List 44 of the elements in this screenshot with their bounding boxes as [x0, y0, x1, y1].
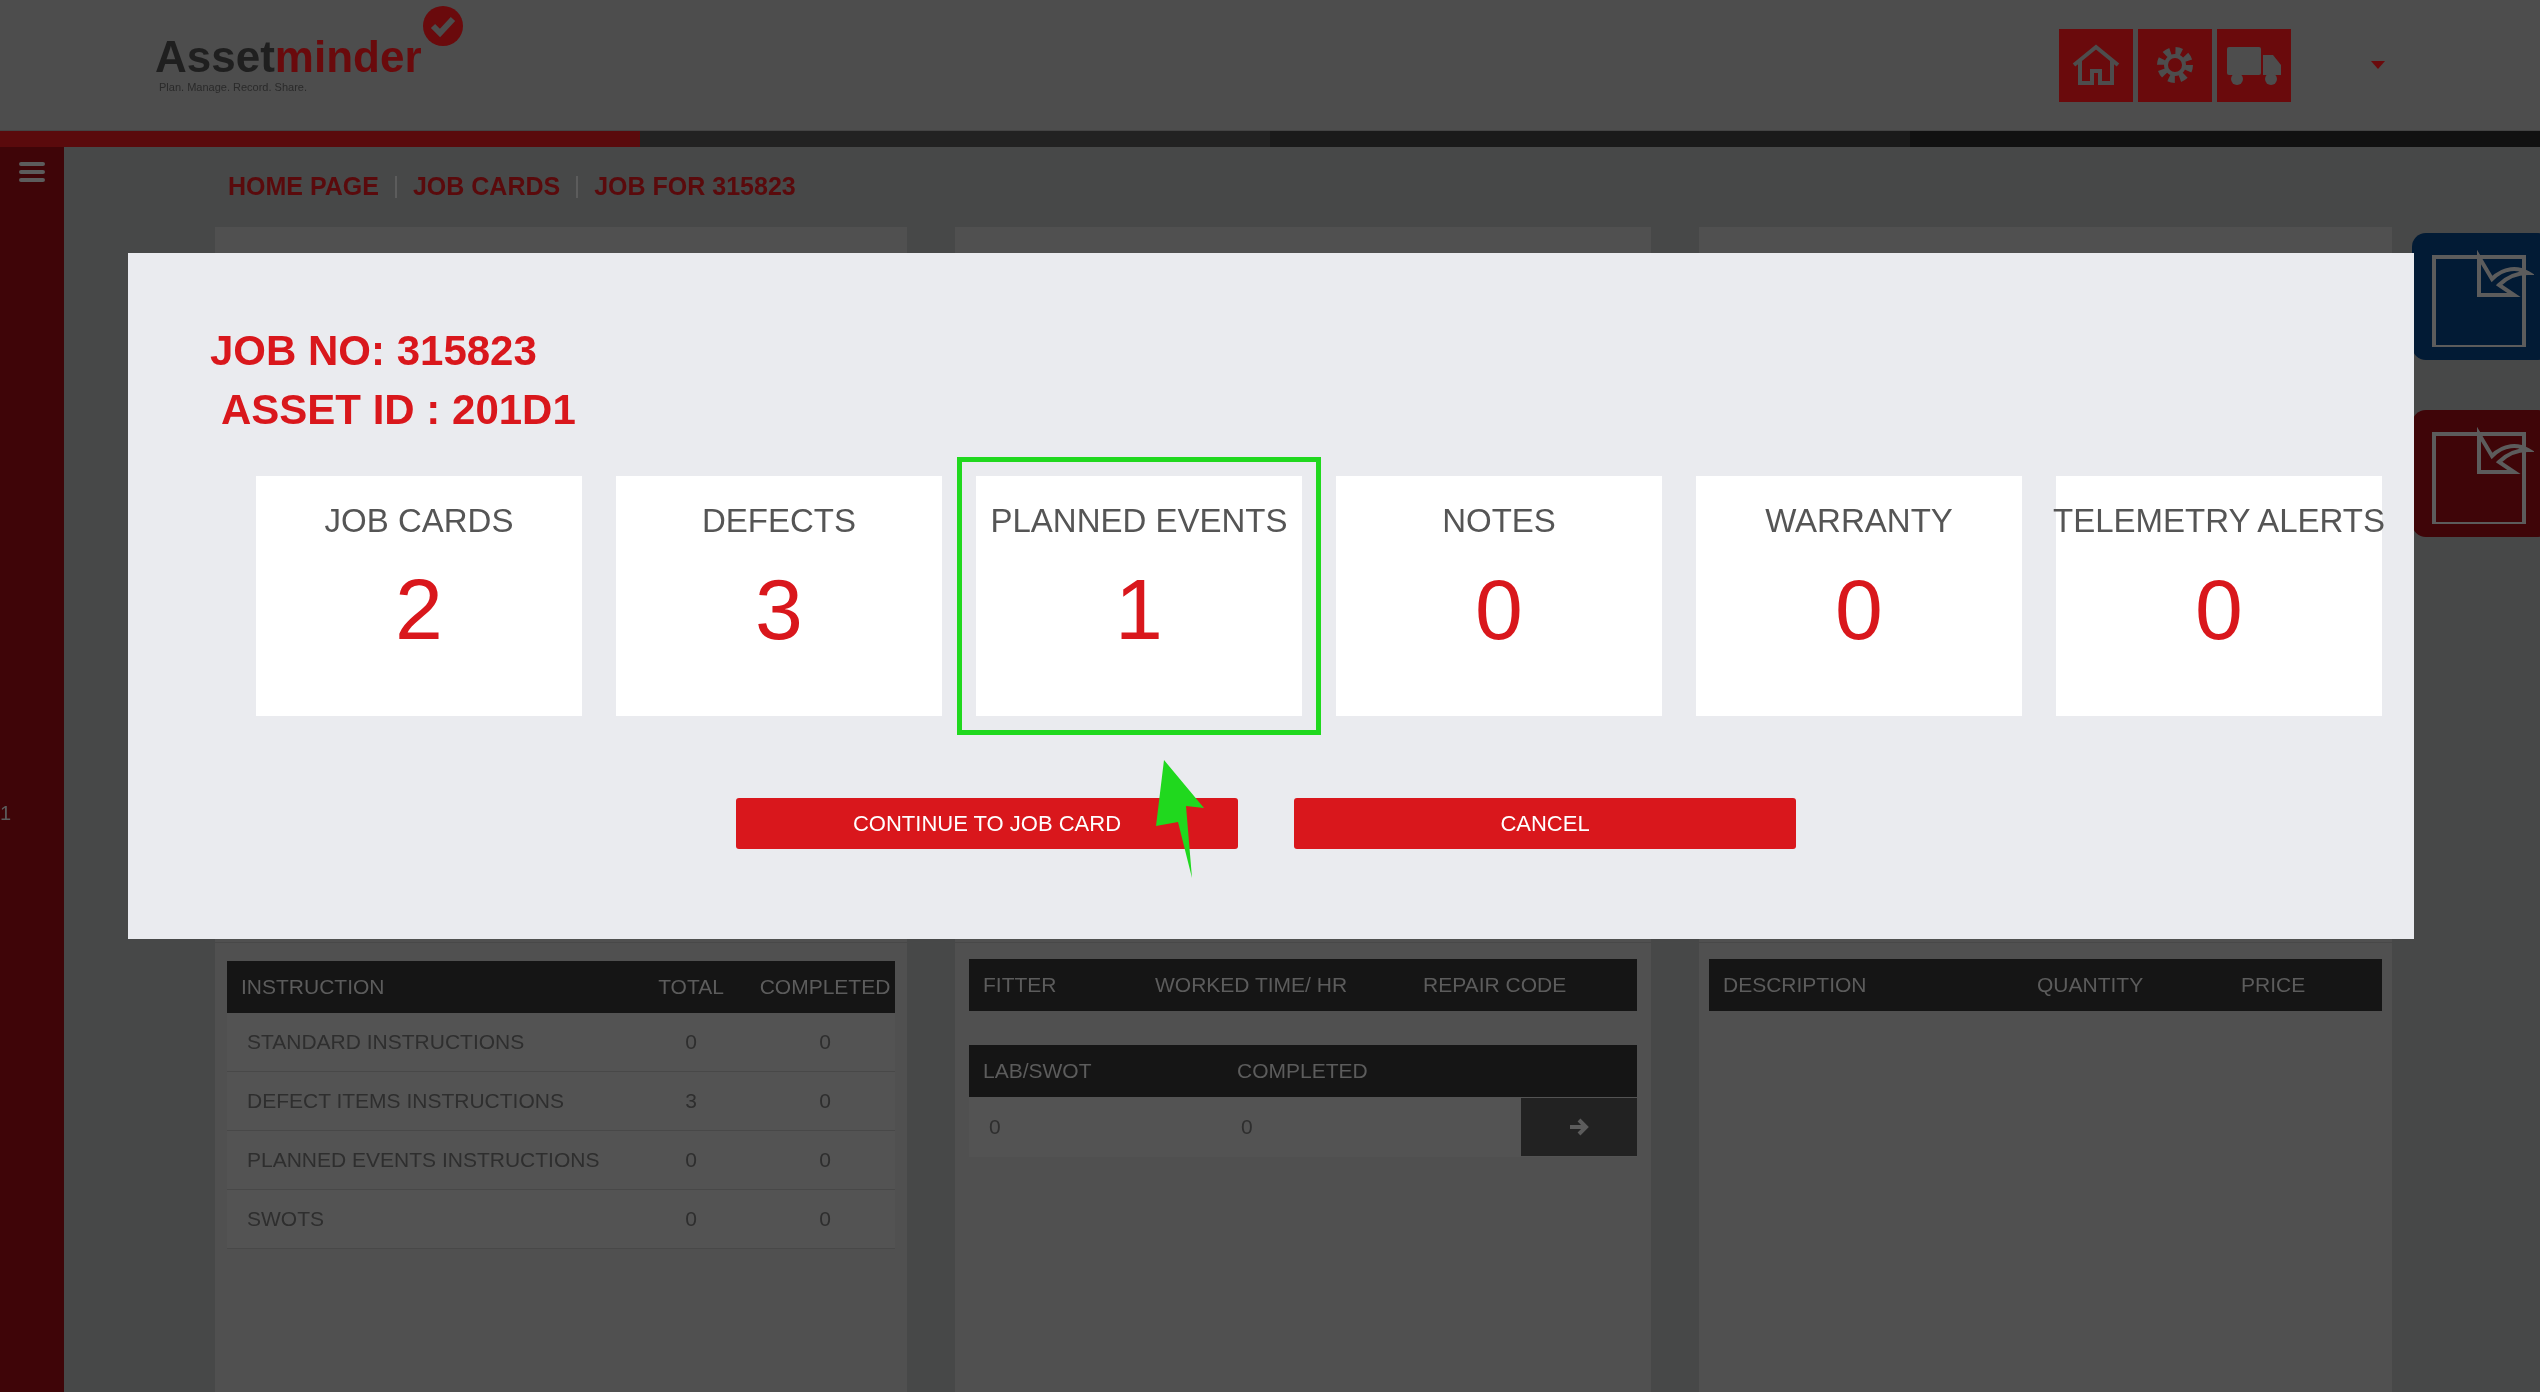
menu-icon[interactable] [19, 161, 45, 183]
side-action-button[interactable] [2412, 410, 2540, 537]
home-button[interactable] [2059, 28, 2133, 102]
column-header: TOTAL [657, 974, 725, 1001]
tile-count: 0 [1475, 565, 1523, 652]
column-header: INSTRUCTION [240, 974, 386, 1001]
job-number: JOB NO: 315823 [210, 326, 538, 376]
summary-tile[interactable]: JOB CARDS 2 [256, 476, 582, 716]
column-header: WORKED TIME/ HR [1155, 972, 1349, 999]
column-header: LAB/SWOT [982, 1058, 1093, 1085]
summary-tile[interactable]: WARRANTY 0 [1696, 476, 2022, 716]
settings-button[interactable] [2138, 28, 2212, 102]
cancel-button[interactable]: CANCEL [1294, 798, 1796, 849]
summary-tile[interactable]: PLANNED EVENTS 1 [976, 476, 1302, 716]
asset-id: ASSET ID : 201D1 [221, 384, 577, 435]
continue-button[interactable]: CONTINUE TO JOB CARD [736, 798, 1238, 849]
column-header: DESCRIPTION [1722, 972, 1868, 999]
tile-count: 1 [1115, 565, 1163, 652]
side-action-button[interactable] [2412, 233, 2540, 360]
tile-label: DEFECTS [702, 501, 856, 541]
tile-label: PLANNED EVENTS [990, 501, 1288, 541]
summary-tile[interactable]: DEFECTS 3 [616, 476, 942, 716]
summary-tile[interactable]: NOTES 0 [1336, 476, 1662, 716]
page-number: 1 [0, 801, 12, 826]
column-header: FITTER [982, 972, 1058, 999]
column-header: COMPLETED [758, 974, 892, 1001]
tile-label: NOTES [1442, 501, 1556, 541]
tile-count: 3 [755, 565, 803, 652]
tile-count: 0 [2195, 565, 2243, 652]
home-icon [2071, 43, 2121, 87]
tile-label: TELEMETRY ALERTS [2053, 501, 2385, 541]
tile-label: WARRANTY [1765, 501, 1953, 541]
tile-count: 0 [1835, 565, 1883, 652]
column-header: REPAIR CODE [1423, 972, 1567, 999]
tile-label: JOB CARDS [324, 501, 514, 541]
column-header: PRICE [2241, 972, 2306, 999]
vehicle-info-button[interactable] [2217, 28, 2291, 102]
column-header: COMPLETED [1237, 1058, 1368, 1085]
column-header: QUANTITY [2037, 972, 2145, 999]
tile-count: 2 [395, 565, 443, 652]
next-button[interactable] [1521, 1098, 1637, 1156]
check-badge-icon [421, 4, 464, 47]
caret-icon[interactable] [2371, 61, 2385, 69]
arrow-right-icon [1569, 1118, 1589, 1136]
